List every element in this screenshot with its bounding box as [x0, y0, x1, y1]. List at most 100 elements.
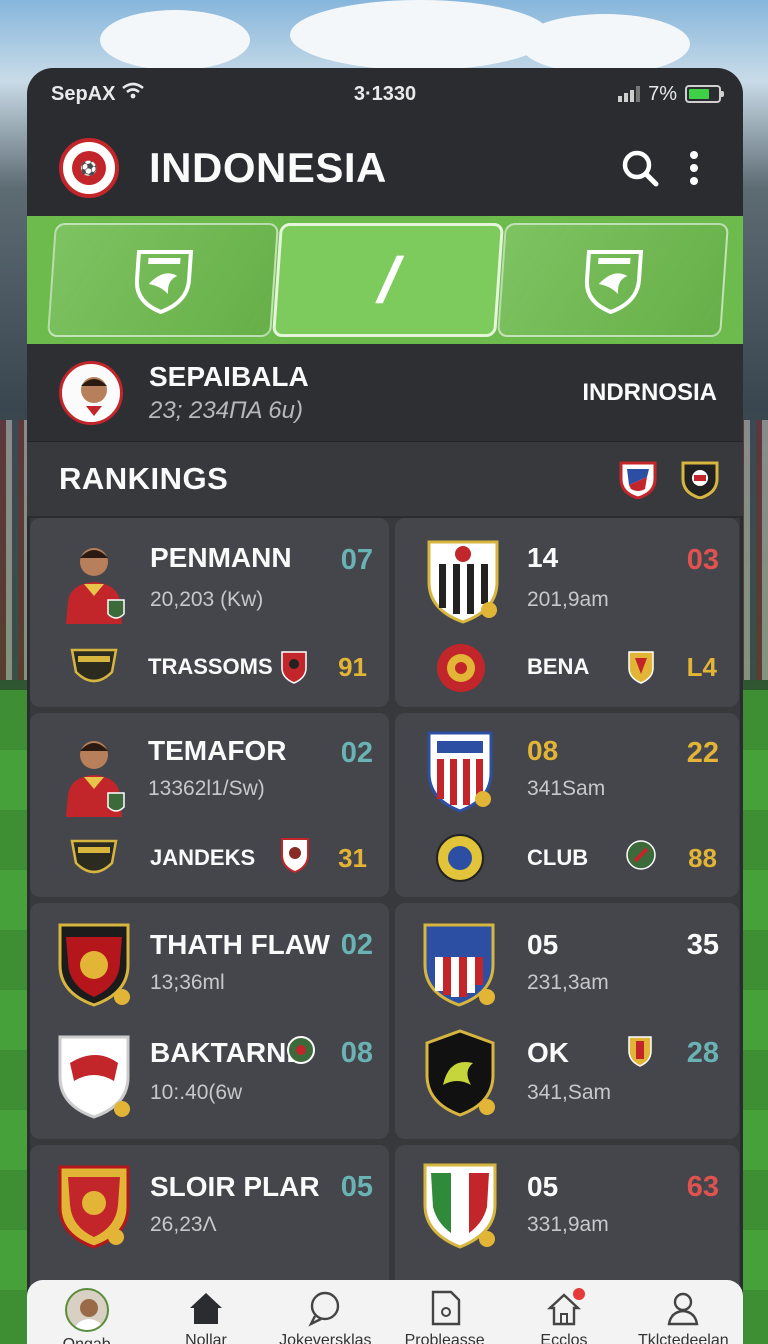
- ranking-card[interactable]: TEMAFOR 13362l1/Sw) 02 JANDEKS 31: [30, 713, 389, 897]
- tab-label: Ongab: [63, 1336, 111, 1344]
- player-portrait-icon: [66, 741, 125, 817]
- ranking-card-title: 05: [527, 929, 559, 960]
- battery-percent: 7%: [648, 82, 677, 105]
- player-subtitle: 23; 234ΠA 6u): [149, 396, 303, 424]
- ranking-card-subtitle: 201,9am: [527, 588, 609, 611]
- ranking-card[interactable]: 08 341Sam 22 CLUB 88: [395, 713, 739, 897]
- player-country: INDRNOSIA: [582, 378, 717, 406]
- ranking-card-title: TEMAFOR: [148, 735, 287, 766]
- club-shield-icon[interactable]: [681, 459, 719, 499]
- player-name: SEPAIBALA: [149, 360, 309, 392]
- home-icon: [189, 1293, 222, 1324]
- red-black-club-crest-icon: [58, 923, 130, 1007]
- tab-home[interactable]: Nollar: [151, 1288, 261, 1344]
- ranking-card-row-number: 91: [338, 652, 367, 682]
- ranking-card-row-subtitle: 341,Sam: [527, 1081, 612, 1104]
- dragon-club-crest-icon: [425, 1029, 495, 1117]
- club-badge-icon: [70, 648, 118, 683]
- clock: 3·1330: [353, 82, 417, 105]
- ranking-card-number: 35: [686, 929, 719, 961]
- ranking-card-title: PENMANN: [150, 542, 292, 573]
- ranking-card-number: 63: [686, 1171, 719, 1203]
- profile-avatar-icon: [64, 1288, 109, 1332]
- ranking-card[interactable]: 05 231,3am 35 OK 341,Sam 28: [395, 903, 739, 1139]
- search-icon[interactable]: [613, 141, 667, 195]
- tab-documents[interactable]: Probleasse: [390, 1288, 500, 1344]
- match-card-right[interactable]: [497, 223, 729, 337]
- ranking-card-title: 08: [527, 735, 559, 766]
- ranking-card-title: 05: [527, 1171, 559, 1202]
- flag-shield-icon[interactable]: [619, 459, 657, 499]
- document-icon: [431, 1290, 460, 1326]
- white-club-crest-icon: [58, 1035, 130, 1119]
- tab-chat[interactable]: Jokeversklas: [270, 1288, 380, 1344]
- ranking-card-subtitle: 341Sam: [527, 777, 606, 800]
- ranking-card-row-number: 88: [688, 843, 717, 873]
- rankings-grid: PENMANN 20,203 (Kw) 07 TRASSOMS 91 14 20…: [30, 518, 740, 1344]
- status-bar: SepAX 3·1330 7%: [27, 68, 743, 120]
- ranking-card-title: THATH FLAW: [150, 929, 330, 960]
- team-crest-icon[interactable]: ⚽: [59, 138, 119, 198]
- team-flag-icon: [628, 651, 654, 684]
- chat-search-icon: [308, 1291, 340, 1327]
- ranking-card-number: 02: [340, 737, 373, 769]
- club-badge-icon: [436, 834, 484, 882]
- match-card-left[interactable]: [47, 223, 279, 337]
- carrier-label: SepAX: [51, 82, 116, 105]
- eagle-shield-icon: [134, 250, 194, 314]
- striped-club-crest-icon: [427, 731, 493, 813]
- rankings-title: RANKINGS: [59, 461, 229, 496]
- tab-profile[interactable]: Ongab: [32, 1288, 142, 1344]
- team-flag-icon: [287, 1036, 315, 1064]
- tricolor-club-crest-icon: [423, 1163, 497, 1249]
- tab-label: Tklctedeelan: [637, 1332, 729, 1344]
- blue-striped-club-crest-icon: [423, 923, 495, 1007]
- match-strip: /: [27, 216, 743, 344]
- signal-icon: [618, 86, 641, 102]
- ranking-card-subtitle: 13;36ml: [150, 971, 225, 994]
- tab-notifications[interactable]: Ecclos: [509, 1288, 619, 1344]
- bottom-tab-bar: Ongab Nollar Jokeversklas Probleasse Ecc…: [27, 1280, 743, 1344]
- ranking-card-row-number: L4: [686, 652, 717, 682]
- battery-icon: [685, 85, 724, 103]
- ranking-card-subtitle: 20,203 (Kw): [150, 588, 264, 611]
- page-title: INDONESIA: [149, 144, 387, 191]
- tab-label: Jokeversklas: [279, 1332, 372, 1344]
- ranking-card-row-subtitle: 10:.40(6w: [150, 1081, 243, 1104]
- notification-badge: [572, 1288, 585, 1300]
- ranking-card[interactable]: THATH FLAW 13;36ml 02 BAKTARNE 10:.40(6w…: [30, 903, 389, 1139]
- match-card-center[interactable]: /: [272, 223, 504, 337]
- ranking-card-row-label: BAKTARNE: [150, 1037, 306, 1068]
- tab-account[interactable]: Tklctedeelan: [628, 1288, 738, 1344]
- ranking-card-title: SLOIR PLAR: [150, 1171, 320, 1202]
- ranking-card-row-label: OK: [527, 1037, 569, 1068]
- ranking-card-subtitle: 231,3am: [527, 971, 609, 994]
- player-avatar: [59, 360, 123, 425]
- ranking-card-number: 22: [686, 737, 719, 769]
- ranking-card-number: 05: [340, 1171, 373, 1203]
- match-center-label: /: [376, 244, 400, 316]
- player-portrait-icon: [66, 548, 125, 624]
- ranking-card[interactable]: 14 201,9am 03 BENA L4: [395, 518, 739, 707]
- wifi-icon: [121, 82, 145, 106]
- ranking-card[interactable]: PENMANN 20,203 (Kw) 07 TRASSOMS 91: [30, 518, 389, 707]
- tab-label: Probleasse: [404, 1332, 485, 1344]
- player-summary[interactable]: SEPAIBALA 23; 234ΠA 6u) INDRNOSIA: [27, 344, 743, 442]
- ranking-card-title: 14: [527, 542, 559, 573]
- eagle-shield-icon: [584, 250, 644, 314]
- team-flag-icon: [626, 840, 656, 870]
- tab-label: Nollar: [185, 1332, 227, 1344]
- user-icon: [667, 1292, 699, 1326]
- more-vertical-icon[interactable]: [667, 141, 721, 195]
- ranking-card-number: 03: [686, 544, 719, 576]
- club-badge-icon: [70, 839, 118, 874]
- ranking-card-subtitle: 26,23Λ: [150, 1213, 217, 1236]
- app-header: ⚽ INDONESIA: [27, 120, 743, 216]
- ranking-card-row-label: CLUB: [527, 845, 589, 870]
- club-badge-icon: [437, 644, 485, 692]
- ranking-card-row-label: TRASSOMS: [148, 654, 273, 679]
- striped-club-crest-icon: [427, 540, 499, 624]
- ranking-card-row-label: JANDEKS: [150, 845, 256, 870]
- ranking-card-subtitle: 331,9am: [527, 1213, 609, 1236]
- ranking-card-subtitle: 13362l1/Sw): [148, 777, 265, 800]
